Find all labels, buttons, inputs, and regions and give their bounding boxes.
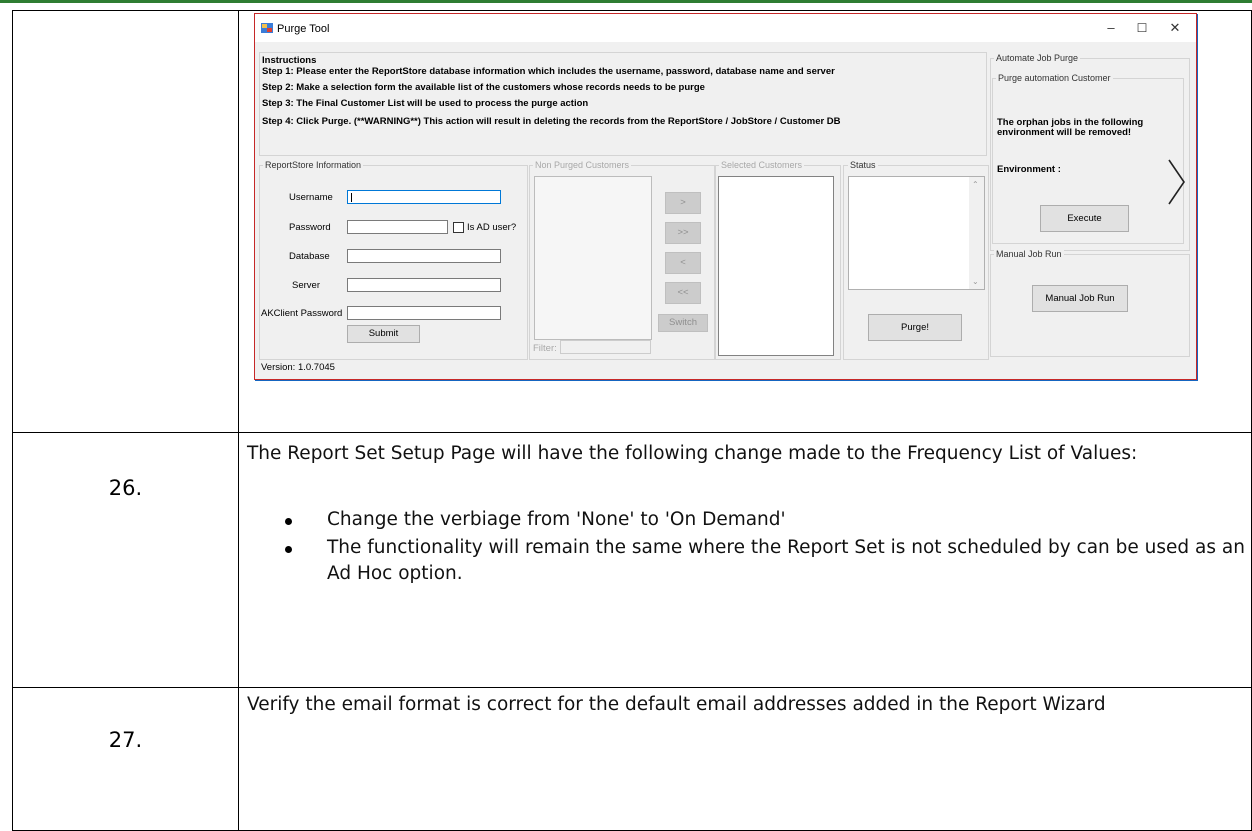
row-text: Verify the email format is correct for t…: [247, 694, 1106, 715]
row-text-cell: The Report Set Setup Page will have the …: [238, 432, 1252, 688]
scroll-down-icon[interactable]: ⌄: [972, 277, 979, 286]
filter-label: Filter:: [533, 343, 557, 354]
manual-job-run-label: Manual Job Run: [994, 249, 1064, 259]
submit-button[interactable]: Submit: [347, 325, 420, 343]
automate-job-purge-label: Automate Job Purge: [994, 53, 1081, 63]
move-all-right-button[interactable]: >>: [665, 222, 701, 244]
version-label: Version: 1.0.7045: [261, 362, 335, 373]
row-number: 26.: [108, 476, 143, 500]
manual-job-run-button[interactable]: Manual Job Run: [1032, 285, 1128, 312]
status-group-label: Status: [848, 160, 878, 170]
purge-automation-customer-label: Purge automation Customer: [996, 73, 1113, 83]
password-label: Password: [289, 222, 331, 233]
selected-customers-list[interactable]: [718, 176, 834, 356]
instructions-title: Instructions: [262, 55, 317, 66]
top-rule: [0, 0, 1252, 3]
selected-customers-group-label: Selected Customers: [719, 160, 805, 170]
maximize-button[interactable]: ☐: [1128, 18, 1156, 38]
is-ad-user-label: Is AD user?: [467, 222, 517, 233]
instruction-step-3: Step 3: The Final Customer List will be …: [262, 98, 589, 109]
row-number-cell: 27.: [12, 687, 239, 831]
move-left-button[interactable]: <: [665, 252, 701, 274]
server-label: Server: [292, 280, 320, 291]
title-bar: Purge Tool – ☐ ✕: [255, 14, 1196, 42]
instruction-step-1: Step 1: Please enter the ReportStore dat…: [262, 66, 835, 77]
database-input[interactable]: [347, 249, 501, 263]
database-label: Database: [289, 251, 330, 262]
status-textbox[interactable]: ⌃ ⌄: [848, 176, 985, 290]
chevron-right-icon[interactable]: [1166, 158, 1188, 206]
is-ad-user-checkbox[interactable]: [453, 222, 464, 233]
text-caret: [351, 193, 352, 202]
bullet-list: Change the verbiage from 'None' to 'On D…: [239, 507, 1251, 587]
switch-button[interactable]: Switch: [658, 314, 708, 332]
instruction-step-4: Step 4: Click Purge. (**WARNING**) This …: [262, 116, 841, 127]
purge-tool-app-icon: [261, 23, 273, 33]
orphan-jobs-warning: The orphan jobs in the following environ…: [997, 117, 1144, 138]
table-row: 26. The Report Set Setup Page will have …: [12, 432, 1252, 688]
akclient-password-input[interactable]: [347, 306, 501, 320]
window-title: Purge Tool: [277, 23, 330, 35]
filter-input[interactable]: [560, 340, 651, 354]
minimize-button[interactable]: –: [1097, 18, 1125, 38]
akclient-password-label: AKClient Password: [261, 308, 343, 319]
purge-tool-window: Purge Tool – ☐ ✕ Instructions Step 1: Pl…: [254, 13, 1197, 380]
close-button[interactable]: ✕: [1161, 18, 1189, 38]
non-purged-customers-list[interactable]: [534, 176, 652, 340]
row-text-cell: Verify the email format is correct for t…: [238, 687, 1252, 831]
move-right-button[interactable]: >: [665, 192, 701, 214]
scroll-up-icon[interactable]: ⌃: [972, 180, 979, 189]
row-text: The Report Set Setup Page will have the …: [247, 443, 1138, 464]
instruction-step-2: Step 2: Make a selection form the availa…: [262, 82, 705, 93]
server-input[interactable]: [347, 278, 501, 292]
table-row: 27. Verify the email format is correct f…: [12, 687, 1252, 831]
row-number-cell: 26.: [12, 432, 239, 688]
status-scrollbar[interactable]: ⌃ ⌄: [969, 177, 984, 289]
reportstore-group-label: ReportStore Information: [263, 160, 364, 170]
non-purged-group-label: Non Purged Customers: [533, 160, 632, 170]
row-number-cell: [12, 10, 239, 433]
list-item: The functionality will remain the same w…: [285, 535, 1251, 587]
environment-label: Environment :: [997, 164, 1061, 175]
row-number: 27.: [108, 728, 143, 752]
username-input[interactable]: [347, 190, 501, 204]
execute-button[interactable]: Execute: [1040, 205, 1129, 232]
purge-button[interactable]: Purge!: [868, 314, 962, 341]
move-all-left-button[interactable]: <<: [665, 282, 701, 304]
username-label: Username: [289, 192, 333, 203]
password-input[interactable]: [347, 220, 448, 234]
list-item: Change the verbiage from 'None' to 'On D…: [285, 507, 1251, 533]
